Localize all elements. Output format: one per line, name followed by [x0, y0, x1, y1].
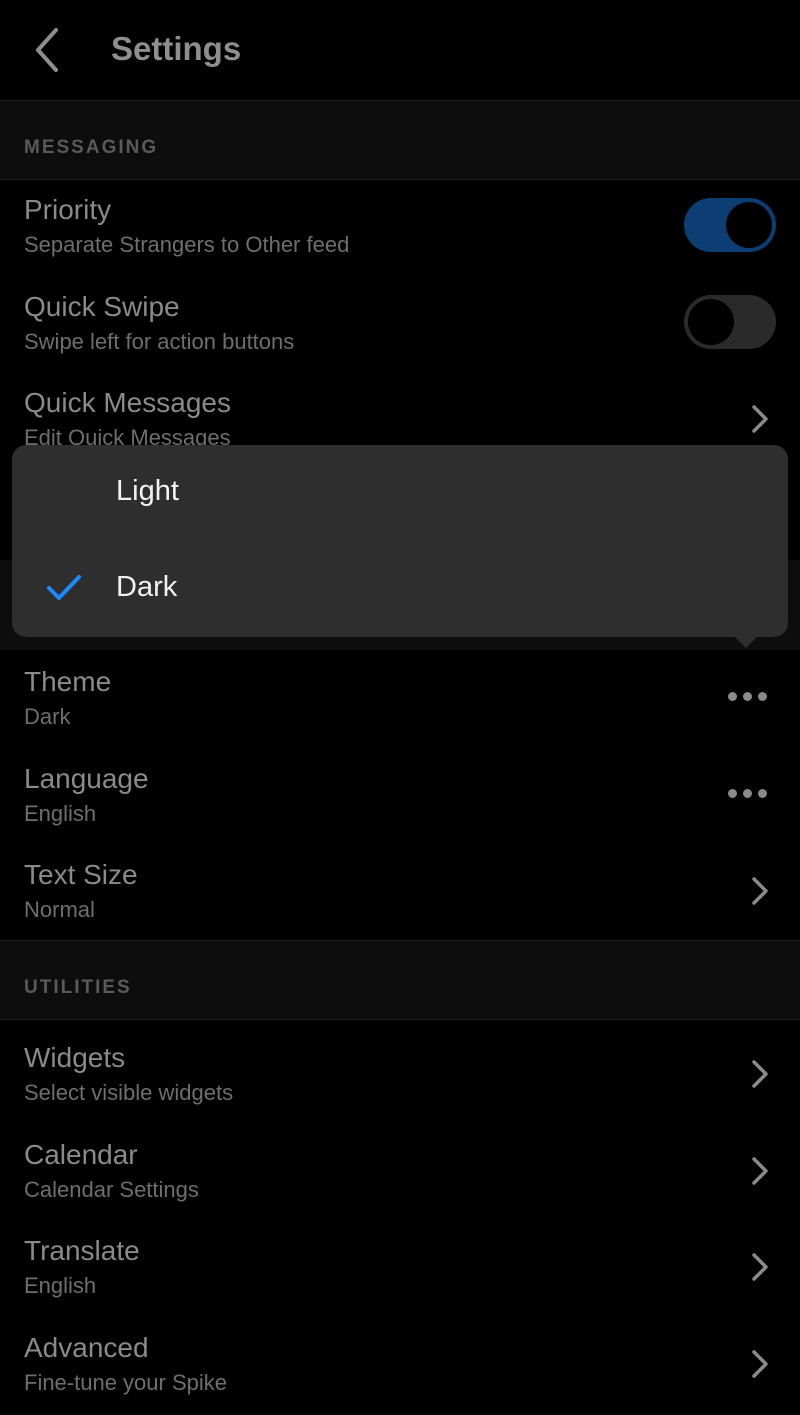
setting-title: Quick Messages: [24, 387, 231, 418]
priority-toggle[interactable]: [684, 198, 776, 252]
toggle-knob: [726, 202, 772, 248]
setting-subtitle: Fine-tune your Spike: [24, 1370, 227, 1395]
setting-row-advanced[interactable]: Advanced Fine-tune your Spike: [0, 1318, 800, 1415]
menu-pointer: [734, 636, 758, 648]
setting-row-priority[interactable]: Priority Separate Strangers to Other fee…: [0, 180, 800, 277]
setting-row-translate[interactable]: Translate English: [0, 1221, 800, 1318]
chevron-right-icon: [752, 877, 768, 905]
setting-title: Language: [24, 763, 149, 794]
setting-subtitle: Calendar Settings: [24, 1177, 199, 1202]
chevron-right-icon: [752, 1350, 768, 1378]
quick-swipe-toggle[interactable]: [684, 295, 776, 349]
setting-row-text-size[interactable]: Text Size Normal: [0, 845, 800, 942]
setting-row-calendar[interactable]: Calendar Calendar Settings: [0, 1125, 800, 1222]
setting-title: Translate: [24, 1235, 140, 1266]
setting-title: Quick Swipe: [24, 291, 180, 322]
checkmark-icon: [47, 575, 81, 600]
setting-subtitle: Swipe left for action buttons: [24, 329, 295, 354]
setting-row-language[interactable]: Language English: [0, 749, 800, 846]
chevron-left-icon: [36, 28, 58, 72]
back-button[interactable]: [30, 24, 70, 76]
setting-subtitle: English: [24, 801, 97, 826]
more-icon[interactable]: [726, 787, 770, 801]
chevron-right-icon: [752, 1253, 768, 1281]
more-icon[interactable]: [726, 690, 770, 704]
setting-title: Calendar: [24, 1139, 138, 1170]
setting-title: Text Size: [24, 859, 138, 890]
app-header: Settings: [0, 0, 800, 100]
menu-item-label: Dark: [116, 571, 178, 603]
setting-title: Priority: [24, 194, 112, 225]
page-title: Settings: [111, 30, 242, 67]
setting-subtitle: Dark: [24, 704, 71, 729]
theme-popup-menu: Light Dark: [12, 445, 788, 637]
menu-item-dark[interactable]: Dark: [12, 541, 788, 637]
chevron-right-icon: [752, 1060, 768, 1088]
chevron-right-icon: [752, 1157, 768, 1185]
setting-row-widgets[interactable]: Widgets Select visible widgets: [0, 1028, 800, 1125]
setting-subtitle: Normal: [24, 897, 95, 922]
setting-subtitle: Separate Strangers to Other feed: [24, 232, 350, 257]
section-header-messaging: MESSAGING: [0, 100, 800, 180]
toggle-knob: [688, 299, 734, 345]
menu-item-light[interactable]: Light: [12, 445, 788, 541]
setting-title: Theme: [24, 666, 112, 697]
setting-subtitle: Select visible widgets: [24, 1080, 234, 1105]
section-label: MESSAGING: [24, 137, 159, 158]
setting-row-quick-swipe[interactable]: Quick Swipe Swipe left for action button…: [0, 277, 800, 374]
setting-row-theme[interactable]: Theme Dark: [0, 652, 800, 749]
section-label: UTILITIES: [24, 977, 132, 998]
section-header-utilities: UTILITIES: [0, 940, 800, 1020]
setting-title: Advanced: [24, 1332, 149, 1363]
setting-subtitle: English: [24, 1273, 97, 1298]
setting-title: Widgets: [24, 1042, 126, 1073]
chevron-right-icon: [752, 405, 768, 433]
menu-item-label: Light: [116, 475, 179, 507]
